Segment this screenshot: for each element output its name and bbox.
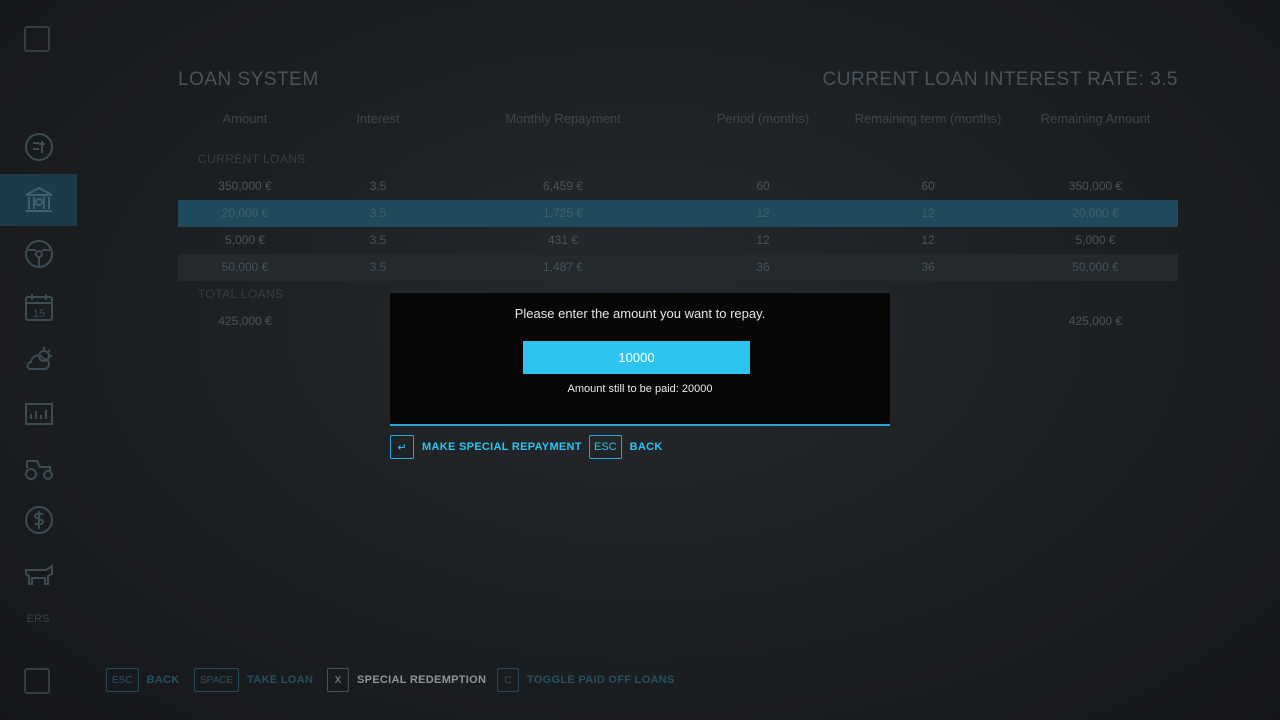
esc-key-icon: ESC xyxy=(589,435,622,459)
repayment-amount-input[interactable] xyxy=(523,341,750,374)
dialog-back-label: BACK xyxy=(629,441,663,453)
sidebar-item-steering[interactable] xyxy=(0,228,77,280)
toggle-paid-off-loans-label: TOGGLE PAID OFF LOANS xyxy=(527,674,675,686)
make-special-repayment-button[interactable]: ↵ MAKE SPECIAL REPAYMENT xyxy=(390,435,582,459)
sidebar-bottom-icon[interactable] xyxy=(24,668,50,694)
cell-remaining-amount: 50,000 € xyxy=(1072,260,1119,274)
take-loan-button[interactable]: SPACE TAKE LOAN xyxy=(194,668,313,692)
cell-remaining-term: 12 xyxy=(921,233,935,247)
column-header: Amount xyxy=(222,111,268,126)
column-header: Monthly Repayment xyxy=(505,111,621,126)
sidebar-item-statistics[interactable] xyxy=(0,388,77,440)
statistics-icon xyxy=(24,403,53,425)
repayment-dialog: Please enter the amount you want to repa… xyxy=(390,293,890,426)
cell-remaining-amount: 350,000 € xyxy=(1068,179,1123,193)
sidebar-label: ERS xyxy=(26,613,50,625)
sidebar: 15 ERS xyxy=(0,0,77,720)
calendar-icon: 15 xyxy=(24,294,53,321)
cell-amount: 5,000 € xyxy=(224,233,266,247)
cell-remaining-term: 36 xyxy=(921,260,935,274)
special-redemption-button[interactable]: X SPECIAL REDEMPTION xyxy=(327,668,486,692)
cell-interest: 3.5 xyxy=(369,233,387,247)
interest-rate-title: CURRENT LOAN INTEREST RATE: 3.5 xyxy=(822,69,1178,90)
page-title: LOAN SYSTEM xyxy=(178,69,319,90)
cell-period: 60 xyxy=(756,179,770,193)
toggle-paid-off-loans-button[interactable]: C TOGGLE PAID OFF LOANS xyxy=(497,668,675,692)
table-row[interactable]: 5,000 € 3.5 431 € 12 12 5,000 € xyxy=(178,227,1178,254)
special-redemption-label: SPECIAL REDEMPTION xyxy=(357,674,487,686)
sidebar-item-calendar[interactable]: 15 xyxy=(0,281,77,333)
x-key-icon: X xyxy=(327,668,349,692)
column-header: Period (months) xyxy=(716,111,810,126)
column-header: Remaining term (months) xyxy=(854,111,1002,126)
column-header: Interest xyxy=(356,111,400,126)
sidebar-item-animals[interactable] xyxy=(0,547,77,599)
sidebar-item-prices[interactable] xyxy=(0,121,77,173)
sidebar-item-weather[interactable] xyxy=(0,334,77,386)
cell-monthly: 1,487 € xyxy=(542,260,584,274)
column-header: Remaining Amount xyxy=(1040,111,1151,126)
svg-text:15: 15 xyxy=(32,308,44,320)
total-remaining-amount: 425,000 € xyxy=(1068,314,1123,328)
vehicles-icon xyxy=(24,460,53,480)
cell-amount: 350,000 € xyxy=(218,179,272,193)
table-row[interactable]: 50,000 € 3.5 1,487 € 36 36 50,000 € xyxy=(178,254,1178,281)
sidebar-item-finances[interactable] xyxy=(0,494,77,546)
cell-remaining-term: 60 xyxy=(921,179,935,193)
back-button[interactable]: ESC BACK xyxy=(106,668,180,692)
sidebar-item-vehicles[interactable] xyxy=(0,441,77,493)
esc-key-icon: ESC xyxy=(106,668,139,692)
take-loan-label: TAKE LOAN xyxy=(247,674,314,686)
cell-period: 36 xyxy=(756,260,770,274)
amount-remaining-text: Amount still to be paid: 20000 xyxy=(567,383,713,395)
cell-interest: 3.5 xyxy=(369,206,387,220)
table-row[interactable]: 350,000 € 3.5 6,459 € 60 60 350,000 € xyxy=(178,173,1178,200)
table-header: Amount Interest Monthly Repayment Period… xyxy=(178,108,1178,135)
cell-monthly: 431 € xyxy=(547,233,579,247)
cell-interest: 3.5 xyxy=(369,260,387,274)
dialog-prompt: Please enter the amount you want to repa… xyxy=(514,306,766,321)
cell-amount: 50,000 € xyxy=(221,260,269,274)
cell-remaining-amount: 20,000 € xyxy=(1072,206,1119,220)
c-key-icon: C xyxy=(497,668,519,692)
animals-icon xyxy=(24,564,53,585)
sidebar-item-bank[interactable] xyxy=(0,174,77,226)
cell-monthly: 6,459 € xyxy=(542,179,584,193)
finances-icon xyxy=(24,506,53,534)
cell-period: 12 xyxy=(756,206,770,220)
space-key-icon: SPACE xyxy=(194,668,240,692)
weather-icon xyxy=(26,347,52,370)
cell-monthly: 1,725 € xyxy=(542,206,584,220)
cell-period: 12 xyxy=(756,233,770,247)
dialog-back-button[interactable]: ESC BACK xyxy=(589,435,663,459)
table-row-selected[interactable]: 20,000 € 3.5 1,725 € 12 12 20,000 € xyxy=(178,200,1178,227)
back-label: BACK xyxy=(146,674,180,686)
cell-remaining-term: 12 xyxy=(921,206,935,220)
bank-icon xyxy=(25,186,52,212)
cell-remaining-amount: 5,000 € xyxy=(1075,233,1116,247)
prices-icon xyxy=(24,133,53,161)
steering-wheel-icon xyxy=(24,240,53,268)
cell-amount: 20,000 € xyxy=(221,206,269,220)
make-special-repayment-label: MAKE SPECIAL REPAYMENT xyxy=(422,441,582,453)
menu-icon[interactable] xyxy=(24,26,50,52)
enter-key-icon: ↵ xyxy=(390,435,414,459)
total-amount: 425,000 € xyxy=(218,314,272,328)
cell-interest: 3.5 xyxy=(369,179,387,193)
current-loans-label: CURRENT LOANS xyxy=(198,152,306,166)
